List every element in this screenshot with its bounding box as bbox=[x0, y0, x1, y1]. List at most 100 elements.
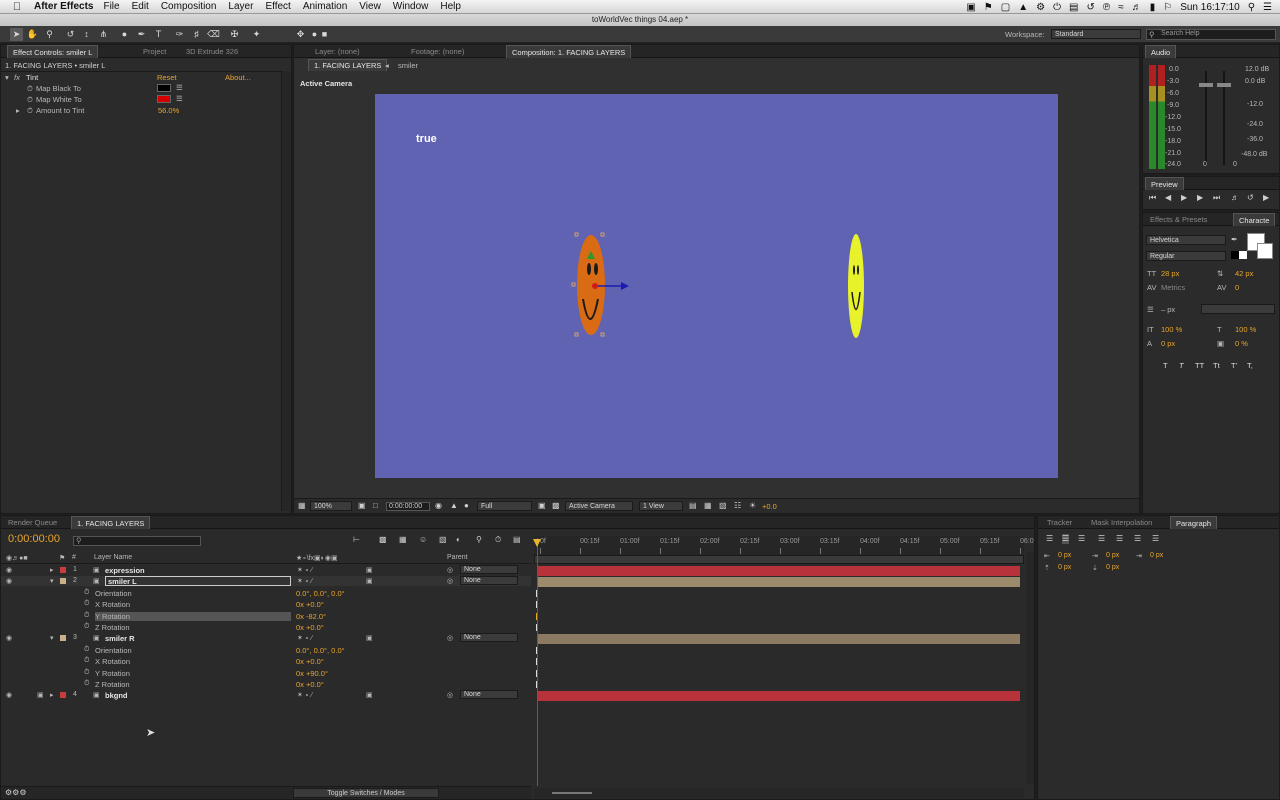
visibility-icon[interactable]: ◉ bbox=[6, 691, 12, 699]
switches-icon[interactable]: ✶ ∘ ∕ bbox=[297, 634, 312, 642]
live-update-icon[interactable]: ▩ bbox=[379, 535, 387, 545]
layer-name-header[interactable]: Layer Name bbox=[94, 554, 132, 561]
stopwatch-icon[interactable]: ⏱ bbox=[84, 612, 89, 620]
frame-blend-icon[interactable]: ▧ bbox=[439, 535, 447, 545]
property-value[interactable]: 0x +0.0° bbox=[296, 680, 324, 689]
tab-layer[interactable]: Layer: (none) bbox=[310, 45, 365, 58]
3d-layer-icon[interactable]: ▣ bbox=[366, 577, 373, 585]
fader-knob[interactable] bbox=[1217, 83, 1231, 87]
expand-panes-icon[interactable]: ⚙⚙⚙ bbox=[5, 788, 27, 798]
workspace-select[interactable]: Standard bbox=[1051, 29, 1141, 39]
ram-preview-icon[interactable]: ▶ bbox=[1263, 193, 1269, 203]
property-row[interactable]: ⏱ Y Rotation 0x +90.0° bbox=[1, 668, 531, 679]
resolution-select[interactable]: Full bbox=[477, 501, 532, 511]
stroke-color-swatch[interactable] bbox=[1257, 243, 1273, 259]
tab-3d-extrude[interactable]: 3D Extrude 326 bbox=[181, 45, 243, 58]
shy-icon[interactable]: ☺ bbox=[419, 535, 427, 545]
hand-tool-icon[interactable]: ✋ bbox=[26, 28, 39, 41]
layer-search-input[interactable] bbox=[73, 536, 201, 546]
eyedropper-icon[interactable]: ☰ bbox=[176, 94, 183, 103]
show-snapshot-icon[interactable]: ▲ bbox=[450, 501, 458, 511]
camera-view-select[interactable]: Active Camera bbox=[565, 501, 633, 511]
color-swatch-red[interactable] bbox=[157, 95, 171, 103]
timeline-icon[interactable]: ▧ bbox=[719, 501, 727, 511]
twirl-icon[interactable]: ▾ bbox=[50, 577, 54, 585]
amount-to-tint-value[interactable]: 56.0% bbox=[158, 106, 179, 115]
layer-duration-bar[interactable] bbox=[538, 690, 1020, 701]
superscript-button[interactable]: T' bbox=[1231, 361, 1237, 370]
font-size-value[interactable]: 28 px bbox=[1161, 269, 1179, 278]
tab-project[interactable]: Project bbox=[138, 45, 171, 58]
property-row[interactable]: ⏱ Y Rotation 0x -82.0° bbox=[1, 611, 531, 622]
tab-preview[interactable]: Preview bbox=[1145, 177, 1184, 190]
exposure-value[interactable]: +0.0 bbox=[762, 502, 777, 511]
scrollbar[interactable] bbox=[281, 71, 291, 511]
zoom-slider-track[interactable] bbox=[552, 792, 592, 794]
tab-render-queue[interactable]: Render Queue bbox=[3, 516, 62, 529]
tab-character[interactable]: Characte bbox=[1233, 213, 1276, 226]
layer-name[interactable]: smiler L bbox=[105, 576, 291, 587]
safe-zones-icon[interactable]: ▣ bbox=[358, 501, 366, 511]
baseline-value[interactable]: 0 px bbox=[1161, 339, 1175, 348]
timeline-scrollbar[interactable] bbox=[1026, 552, 1034, 784]
menu-edit[interactable]: Edit bbox=[132, 1, 149, 12]
3d-layer-icon[interactable]: ▣ bbox=[366, 634, 373, 642]
layer-row[interactable]: ◉ ▣ ▸ 4 ▣ bkgnd ✶ ∘ ∕ ▣ ◎ None bbox=[1, 690, 531, 702]
layer-duration-bar[interactable] bbox=[538, 576, 1020, 587]
all-caps-button[interactable]: TT bbox=[1195, 361, 1204, 370]
visibility-icon[interactable]: ◉ bbox=[6, 634, 12, 642]
tab-audio[interactable]: Audio bbox=[1145, 45, 1177, 58]
play-icon[interactable]: ▶ bbox=[1181, 193, 1187, 203]
pen-tool-icon[interactable]: ✒ bbox=[135, 28, 148, 41]
transparency-icon[interactable]: ▩ bbox=[552, 501, 560, 511]
vscale-value[interactable]: 100 % bbox=[1161, 325, 1182, 334]
subscript-button[interactable]: T, bbox=[1247, 361, 1253, 370]
smiler-l-layer[interactable] bbox=[571, 229, 641, 344]
property-row[interactable]: ⏱ X Rotation 0x +0.0° bbox=[1, 599, 531, 611]
loop-icon[interactable]: ↺ bbox=[1247, 193, 1254, 203]
auto-keyframe-icon[interactable]: ⏱ bbox=[495, 535, 501, 545]
layer-name[interactable]: bkgnd bbox=[105, 691, 128, 700]
viewer-timecode[interactable]: 0:00:00:00 bbox=[386, 502, 430, 511]
tab-effect-controls[interactable]: Effect Controls: smiler L bbox=[7, 45, 99, 58]
menu-help[interactable]: Help bbox=[440, 1, 461, 12]
tab-composition[interactable]: Composition: 1. FACING LAYERS bbox=[506, 45, 632, 58]
stopwatch-icon[interactable]: ⏱ bbox=[27, 84, 33, 94]
tracking-value[interactable]: 0 bbox=[1235, 283, 1239, 292]
faux-italic-button[interactable]: T bbox=[1179, 361, 1184, 370]
flag-icon[interactable]: ⚐ bbox=[1163, 2, 1172, 13]
reset-link[interactable]: Reset bbox=[157, 73, 177, 82]
twirl-icon[interactable]: ▸ bbox=[50, 691, 54, 699]
tab-tracker[interactable]: Tracker bbox=[1042, 516, 1077, 529]
graph-editor-icon[interactable]: ▤ bbox=[513, 535, 521, 545]
wifi-icon[interactable]: ≈ bbox=[1118, 2, 1124, 13]
space-after-value[interactable]: 0 px bbox=[1106, 564, 1119, 571]
property-value[interactable]: 0.0°, 0.0°, 0.0° bbox=[296, 646, 345, 655]
roto-tool-icon[interactable]: ✠ bbox=[228, 28, 241, 41]
kerning-value[interactable]: Metrics bbox=[1161, 283, 1185, 292]
view-axis-icon[interactable]: ■ bbox=[318, 28, 331, 41]
battery-icon[interactable]: ▮ bbox=[1150, 2, 1156, 13]
puppet-tool-icon[interactable]: ✦ bbox=[250, 28, 263, 41]
font-style-select[interactable]: Regular bbox=[1146, 251, 1226, 261]
time-ruler[interactable]: 0f 00:15f 01:00f 01:15f 02:00f 02:15f 03:00f 03… bbox=[534, 536, 1034, 556]
timeline-timecode[interactable]: 0:00:00:00 bbox=[8, 533, 60, 545]
prev-frame-icon[interactable]: ◀ bbox=[1165, 193, 1171, 203]
property-row[interactable]: ⏱ Z Rotation 0x +0.0° bbox=[1, 622, 531, 633]
parent-select[interactable]: None bbox=[460, 633, 518, 643]
view-layout-select[interactable]: 1 View bbox=[639, 501, 683, 511]
ellipse-tool-icon[interactable]: ● bbox=[118, 28, 131, 41]
layer-row[interactable]: ◉ ▸ 1 ▣ expression ✶ ∘ ∕ ▣ ◎ None bbox=[1, 565, 531, 576]
switches-icon[interactable]: ✶ ∘ ∕ bbox=[297, 566, 312, 574]
motion-blur-icon[interactable]: ◐ bbox=[456, 535, 461, 545]
exposure-icon[interactable]: ☀ bbox=[749, 501, 756, 511]
layer-row[interactable]: ◉ ▾ 2 ▣ smiler L ✶ ∘ ∕ ▣ ◎ None bbox=[1, 576, 531, 588]
search-help-input[interactable]: Search Help bbox=[1146, 29, 1276, 40]
menu-file[interactable]: File bbox=[103, 1, 119, 12]
stroke-type-select[interactable] bbox=[1201, 304, 1275, 314]
justify-all-icon[interactable]: ☰ bbox=[1152, 534, 1159, 544]
property-value[interactable]: 0x -82.0° bbox=[296, 612, 326, 621]
color-swatch-black[interactable] bbox=[157, 84, 171, 92]
stopwatch-icon[interactable]: ⏱ bbox=[84, 646, 89, 654]
white-swatch[interactable] bbox=[1239, 251, 1247, 259]
